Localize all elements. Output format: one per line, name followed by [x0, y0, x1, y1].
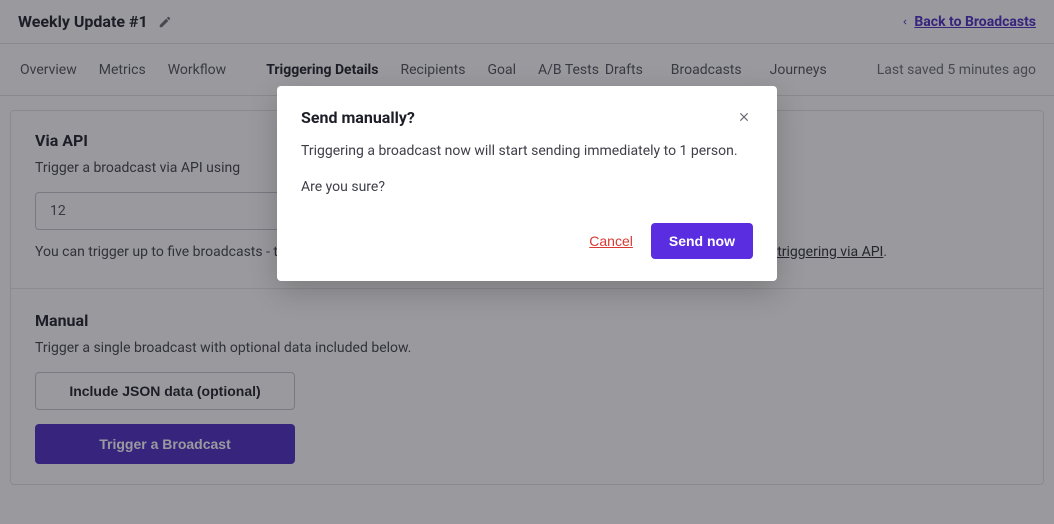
modal-line1: Triggering a broadcast now will start se… [301, 143, 753, 159]
close-icon [737, 110, 751, 124]
send-now-button[interactable]: Send now [651, 223, 753, 259]
modal-header: Send manually? [301, 108, 753, 127]
modal-line2: Are you sure? [301, 179, 753, 195]
cancel-button[interactable]: Cancel [589, 233, 633, 249]
modal-title: Send manually? [301, 108, 415, 127]
modal-body: Triggering a broadcast now will start se… [301, 143, 753, 195]
send-manually-modal: Send manually? Triggering a broadcast no… [277, 86, 777, 281]
modal-close-button[interactable] [735, 108, 753, 126]
modal-overlay[interactable]: Send manually? Triggering a broadcast no… [0, 0, 1054, 524]
modal-actions: Cancel Send now [301, 223, 753, 259]
